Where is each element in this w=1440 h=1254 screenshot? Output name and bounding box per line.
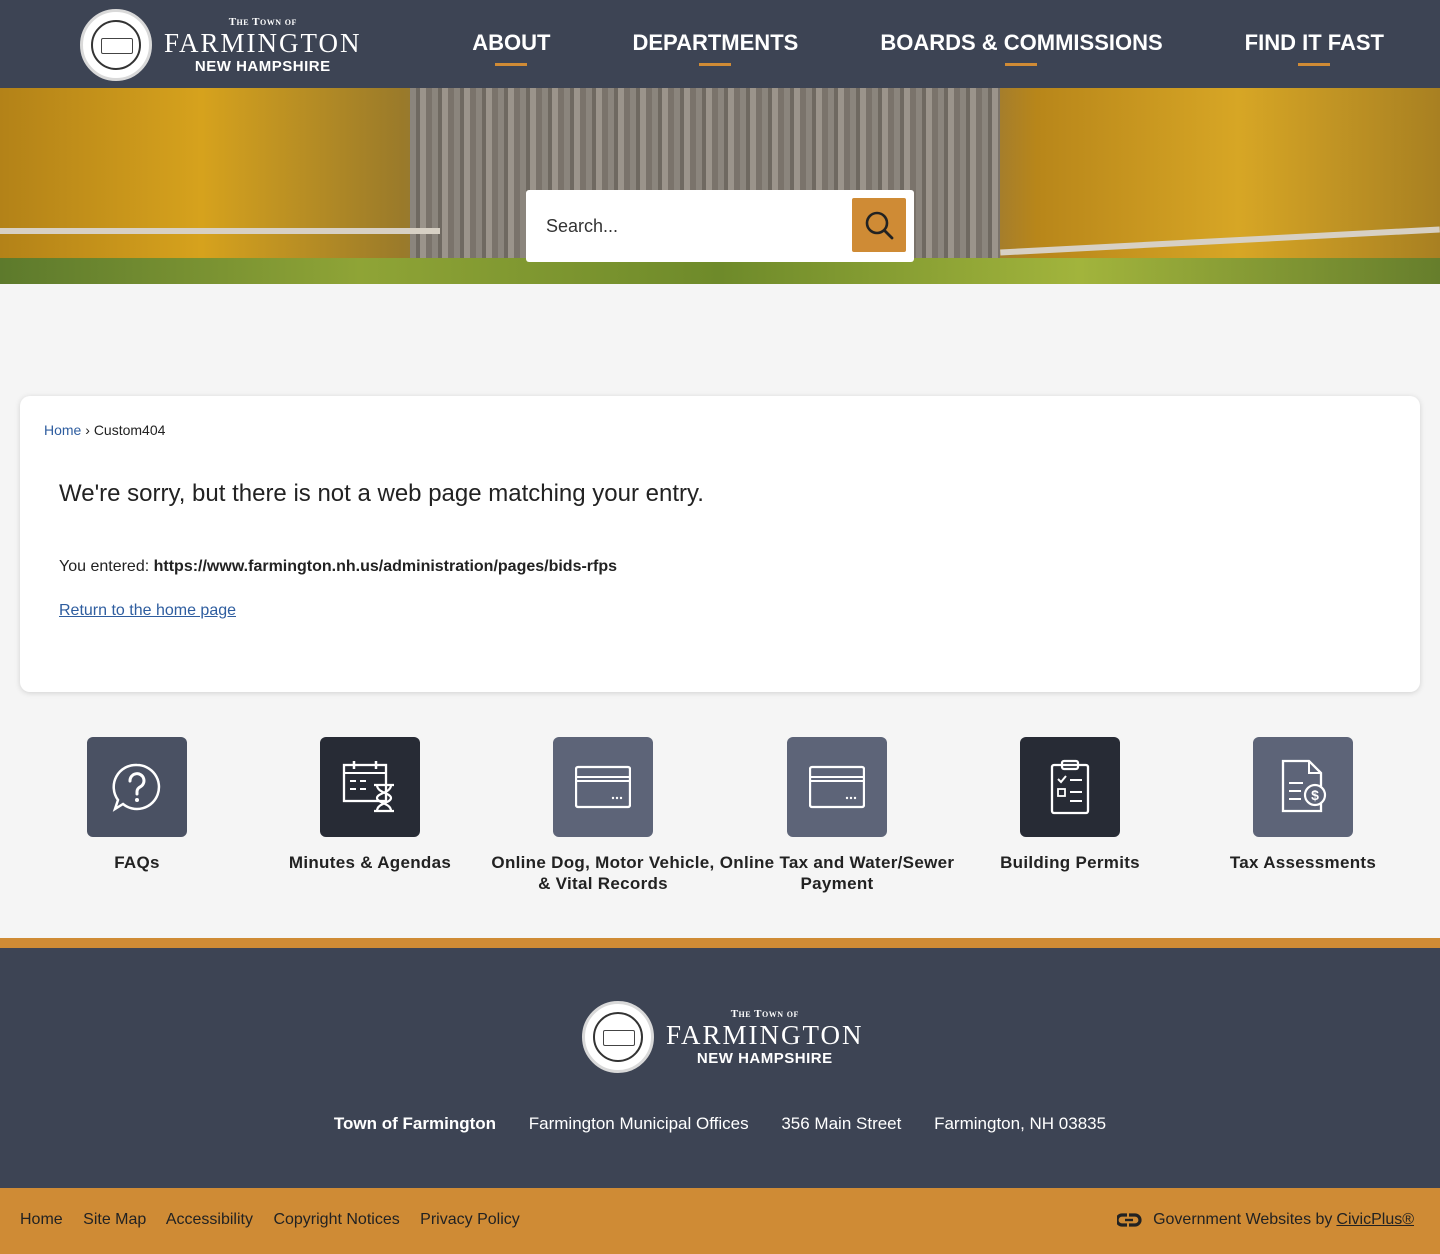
- hero-banner: [0, 88, 1440, 284]
- quick-link-online-dog-motor-vital[interactable]: Online Dog, Motor Vehicle, & Vital Recor…: [483, 737, 723, 894]
- quick-link-tax-assessments[interactable]: $ Tax Assessments: [1183, 737, 1423, 873]
- return-home-link[interactable]: Return to the home page: [59, 602, 236, 620]
- quick-link-label: Online Dog, Motor Vehicle, & Vital Recor…: [491, 853, 715, 893]
- town-seal-icon: [80, 9, 152, 81]
- footer-address: Town of Farmington Farmington Municipal …: [0, 1114, 1440, 1134]
- bottom-link-home[interactable]: Home: [20, 1211, 63, 1228]
- quick-link-label: Building Permits: [1000, 853, 1140, 872]
- nav-departments[interactable]: DEPARTMENTS: [632, 30, 798, 66]
- site-header: The Town of Farmington New Hampshire ABO…: [0, 0, 1440, 88]
- svg-text:$: $: [1311, 787, 1319, 803]
- quick-link-label: Tax Assessments: [1229, 853, 1377, 872]
- nav-find-it-fast[interactable]: FIND IT FAST: [1245, 30, 1384, 66]
- footer-city: Farmington, NH 03835: [934, 1114, 1107, 1133]
- document-dollar-icon: $: [1281, 759, 1327, 813]
- bottom-link-site-map[interactable]: Site Map: [83, 1211, 146, 1228]
- quick-link-minutes-agendas[interactable]: Minutes & Agendas: [250, 737, 490, 873]
- bottom-link-accessibility[interactable]: Accessibility: [166, 1211, 253, 1228]
- entered-url: https://www.farmington.nh.us/administrat…: [153, 558, 618, 575]
- entered-url-line: You entered: https://www.farmington.nh.u…: [59, 558, 617, 576]
- bottom-links: Home Site Map Accessibility Copyright No…: [20, 1211, 536, 1229]
- footer-building: Farmington Municipal Offices: [528, 1114, 749, 1133]
- logo-state: New Hampshire: [696, 1049, 833, 1067]
- credit-card-icon: [575, 765, 631, 809]
- footer-street: 356 Main Street: [781, 1114, 902, 1133]
- breadcrumb-separator: ›: [85, 422, 90, 438]
- bottom-link-copyright[interactable]: Copyright Notices: [273, 1211, 399, 1228]
- breadcrumb-home[interactable]: Home: [44, 422, 81, 438]
- bottom-bar: Home Site Map Accessibility Copyright No…: [0, 1188, 1440, 1254]
- footer-org-name: Town of Farmington: [333, 1114, 497, 1133]
- logo-top-text: The Town of: [228, 15, 297, 28]
- fence-rail: [1000, 226, 1440, 256]
- civicplus-link[interactable]: CivicPlus®: [1336, 1211, 1414, 1229]
- footer-accent-rule: [0, 938, 1440, 948]
- fence-rail: [0, 228, 440, 234]
- search-input[interactable]: [546, 210, 846, 242]
- logo-name: Farmington: [666, 1019, 864, 1050]
- search-button[interactable]: [852, 198, 906, 252]
- error-message: We're sorry, but there is not a web page…: [59, 480, 704, 507]
- quick-link-online-tax-water-sewer[interactable]: Online Tax and Water/Sewer Payment: [717, 737, 957, 894]
- site-footer: The Town of Farmington New Hampshire Tow…: [0, 948, 1440, 1188]
- footer-logo[interactable]: The Town of Farmington New Hampshire: [582, 1000, 862, 1074]
- search-icon: [865, 211, 894, 240]
- vendor-credit: Government Websites by CivicPlus®: [1117, 1211, 1414, 1229]
- calendar-hourglass-icon: [342, 761, 394, 813]
- question-bubble-icon: [112, 763, 161, 812]
- credit-card-icon: [809, 765, 865, 809]
- main-nav: ABOUT DEPARTMENTS BOARDS & COMMISSIONS F…: [390, 30, 1384, 66]
- logo-name: Farmington: [164, 27, 362, 58]
- logo-state: New Hampshire: [194, 57, 331, 75]
- breadcrumb-current: Custom404: [93, 422, 166, 438]
- nav-boards-commissions[interactable]: BOARDS & COMMISSIONS: [880, 30, 1163, 66]
- logo-top-text: The Town of: [730, 1007, 799, 1020]
- nav-about[interactable]: ABOUT: [472, 30, 550, 66]
- quick-link-label: Minutes & Agendas: [288, 853, 452, 872]
- town-seal-icon: [582, 1001, 654, 1073]
- quick-link-label: Online Tax and Water/Sewer Payment: [719, 853, 955, 893]
- quick-link-faqs[interactable]: FAQs: [17, 737, 257, 873]
- clipboard-checklist-icon: [1050, 759, 1090, 815]
- quick-link-label: FAQs: [114, 853, 160, 872]
- credit-text: Government Websites by: [1153, 1211, 1333, 1228]
- site-logo[interactable]: The Town of Farmington New Hampshire: [80, 8, 360, 82]
- breadcrumb: Home › Custom404: [44, 422, 165, 438]
- search-box: [526, 190, 914, 262]
- civicplus-logo-icon: [1117, 1213, 1142, 1227]
- bottom-link-privacy[interactable]: Privacy Policy: [420, 1211, 520, 1228]
- quick-link-building-permits[interactable]: Building Permits: [950, 737, 1190, 873]
- error-card: Home › Custom404 We're sorry, but there …: [20, 396, 1420, 692]
- entered-label: You entered:: [59, 558, 154, 575]
